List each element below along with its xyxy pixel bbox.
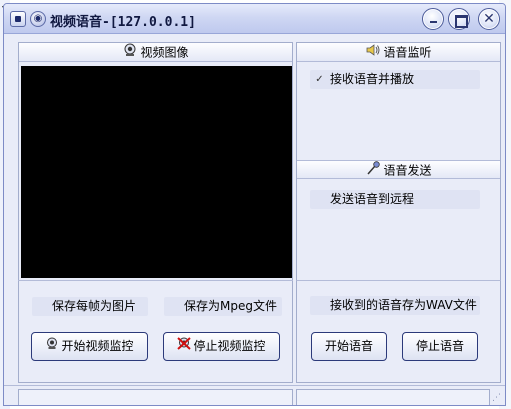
checkbox-box: ✓	[315, 74, 324, 85]
stop-webcam-icon	[177, 333, 192, 360]
checkbox-box	[36, 301, 47, 312]
send-panel-title: 语音发送	[383, 163, 432, 178]
save-wav-label: 接收到的语音存为WAV文件	[330, 298, 477, 312]
send-panel-header: 语音发送	[297, 160, 500, 179]
voice-video-window: ◉ 视频语音-[127.0.0.1] ✕ 视频图像 保存每帧为图片 保存为Mpe…	[3, 3, 506, 406]
minimize-button[interactable]	[422, 8, 444, 30]
app-icon: ◉	[30, 11, 46, 27]
listen-panel-title: 语音监听	[383, 45, 432, 60]
save-frames-checkbox[interactable]: 保存每帧为图片	[32, 297, 148, 316]
speaker-icon	[365, 43, 381, 63]
start-video-label: 开始视频监控	[61, 339, 134, 353]
save-frames-label: 保存每帧为图片	[52, 299, 137, 313]
receive-play-label: 接收语音并播放	[330, 72, 415, 86]
checkbox-box	[168, 301, 179, 312]
listen-panel-header: 语音监听	[297, 43, 500, 62]
maximize-button[interactable]	[448, 8, 470, 30]
close-icon: ✕	[483, 11, 495, 27]
send-voice-checkbox[interactable]: 发送语音到远程	[310, 190, 480, 209]
window-title: 视频语音-[127.0.0.1]	[50, 15, 196, 30]
video-panel-header: 视频图像	[19, 43, 292, 62]
send-voice-label: 发送语音到远程	[330, 192, 415, 206]
status-pane-left	[18, 389, 293, 405]
microphone-icon	[365, 161, 381, 181]
divider	[18, 280, 293, 281]
checkbox-box	[314, 300, 325, 311]
start-voice-label: 开始语音	[324, 339, 373, 353]
stop-video-label: 停止视频监控	[193, 339, 266, 353]
save-wav-checkbox[interactable]: 接收到的语音存为WAV文件	[310, 296, 480, 315]
status-bar: ⋰	[4, 385, 505, 405]
checkbox-box	[314, 194, 325, 205]
stop-video-button[interactable]: 停止视频监控	[163, 332, 280, 361]
video-display	[21, 66, 292, 278]
status-pane-right	[296, 389, 490, 405]
stop-voice-button[interactable]: 停止语音	[402, 332, 478, 361]
stop-voice-label: 停止语音	[415, 339, 464, 353]
receive-play-checkbox[interactable]: ✓ 接收语音并播放	[310, 70, 480, 89]
webcam-icon	[45, 333, 59, 360]
listen-panel: 语音监听	[296, 42, 501, 160]
send-panel: 语音发送	[296, 160, 501, 280]
start-video-button[interactable]: 开始视频监控	[31, 332, 148, 361]
title-bar[interactable]: ◉ 视频语音-[127.0.0.1] ✕	[4, 4, 505, 34]
webcam-icon	[122, 43, 138, 63]
close-button[interactable]: ✕	[478, 8, 500, 30]
save-mpeg-checkbox[interactable]: 保存为Mpeg文件	[164, 297, 282, 316]
resize-grip-icon[interactable]: ⋰	[492, 392, 502, 404]
video-panel-title: 视频图像	[140, 45, 189, 60]
start-voice-button[interactable]: 开始语音	[311, 332, 387, 361]
system-menu-icon[interactable]	[10, 11, 26, 27]
save-mpeg-label: 保存为Mpeg文件	[184, 299, 277, 313]
